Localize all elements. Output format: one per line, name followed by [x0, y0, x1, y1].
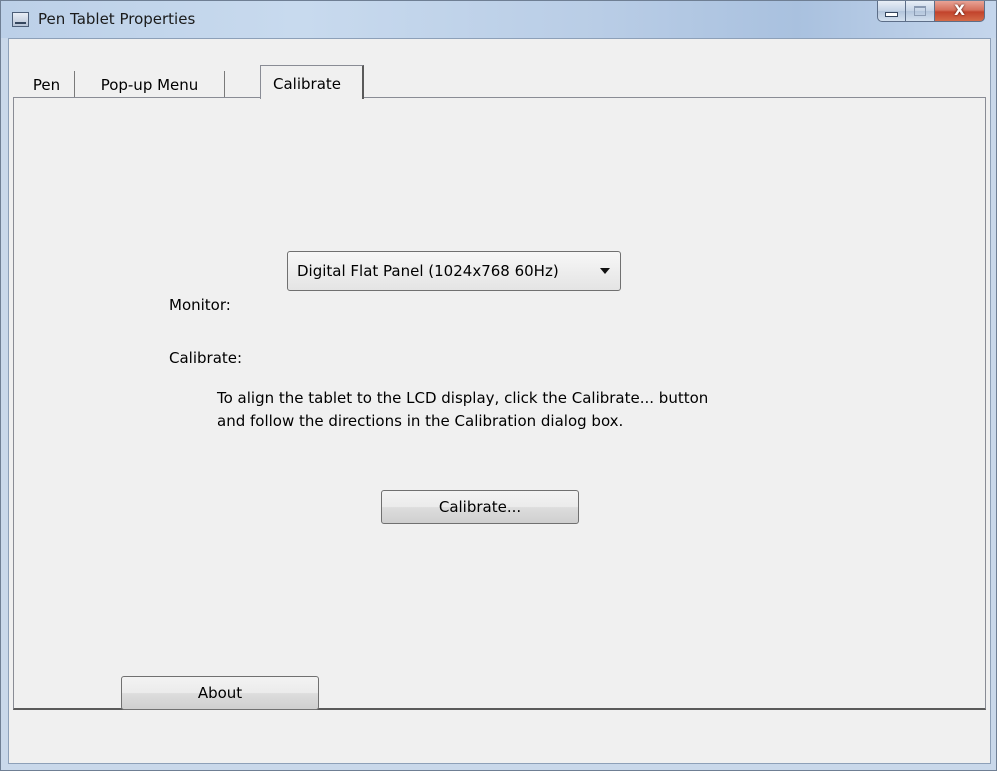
window-app-icon — [12, 12, 29, 27]
monitor-select[interactable]: Digital Flat Panel (1024x768 60Hz) — [287, 251, 621, 291]
close-button[interactable]: X — [935, 1, 985, 22]
close-icon: X — [954, 3, 965, 19]
tab-popup-menu-label: Pop-up Menu — [100, 76, 199, 94]
dropdown-arrow-icon — [600, 268, 610, 274]
tab-calibrate-label: Calibrate — [273, 75, 341, 93]
monitor-label: Monitor: — [169, 296, 231, 314]
about-button[interactable]: About — [121, 676, 319, 710]
instruction-line-2: and follow the directions in the Calibra… — [217, 412, 624, 430]
minimize-button[interactable] — [877, 1, 906, 22]
tab-pen[interactable]: Pen — [19, 71, 75, 99]
calibrate-button[interactable]: Calibrate... — [381, 490, 579, 524]
client-area: Pen Pop-up Menu Calibrate Monitor: Digit… — [8, 38, 991, 764]
calibrate-label: Calibrate: — [169, 349, 243, 367]
maximize-button[interactable] — [906, 1, 935, 22]
instruction-line-1: To align the tablet to the LCD display, … — [217, 389, 709, 407]
window-title: Pen Tablet Properties — [38, 10, 196, 28]
tab-popup-menu[interactable]: Pop-up Menu — [75, 71, 225, 99]
monitor-select-value: Digital Flat Panel (1024x768 60Hz) — [297, 262, 559, 280]
tab-pen-label: Pen — [32, 76, 61, 94]
properties-window: Pen Tablet Properties X Pen Pop-up Menu … — [0, 0, 997, 771]
caption-buttons: X — [877, 1, 985, 23]
maximize-icon — [914, 6, 926, 16]
title-bar[interactable]: Pen Tablet Properties X — [1, 1, 996, 38]
minimize-icon — [885, 12, 898, 17]
